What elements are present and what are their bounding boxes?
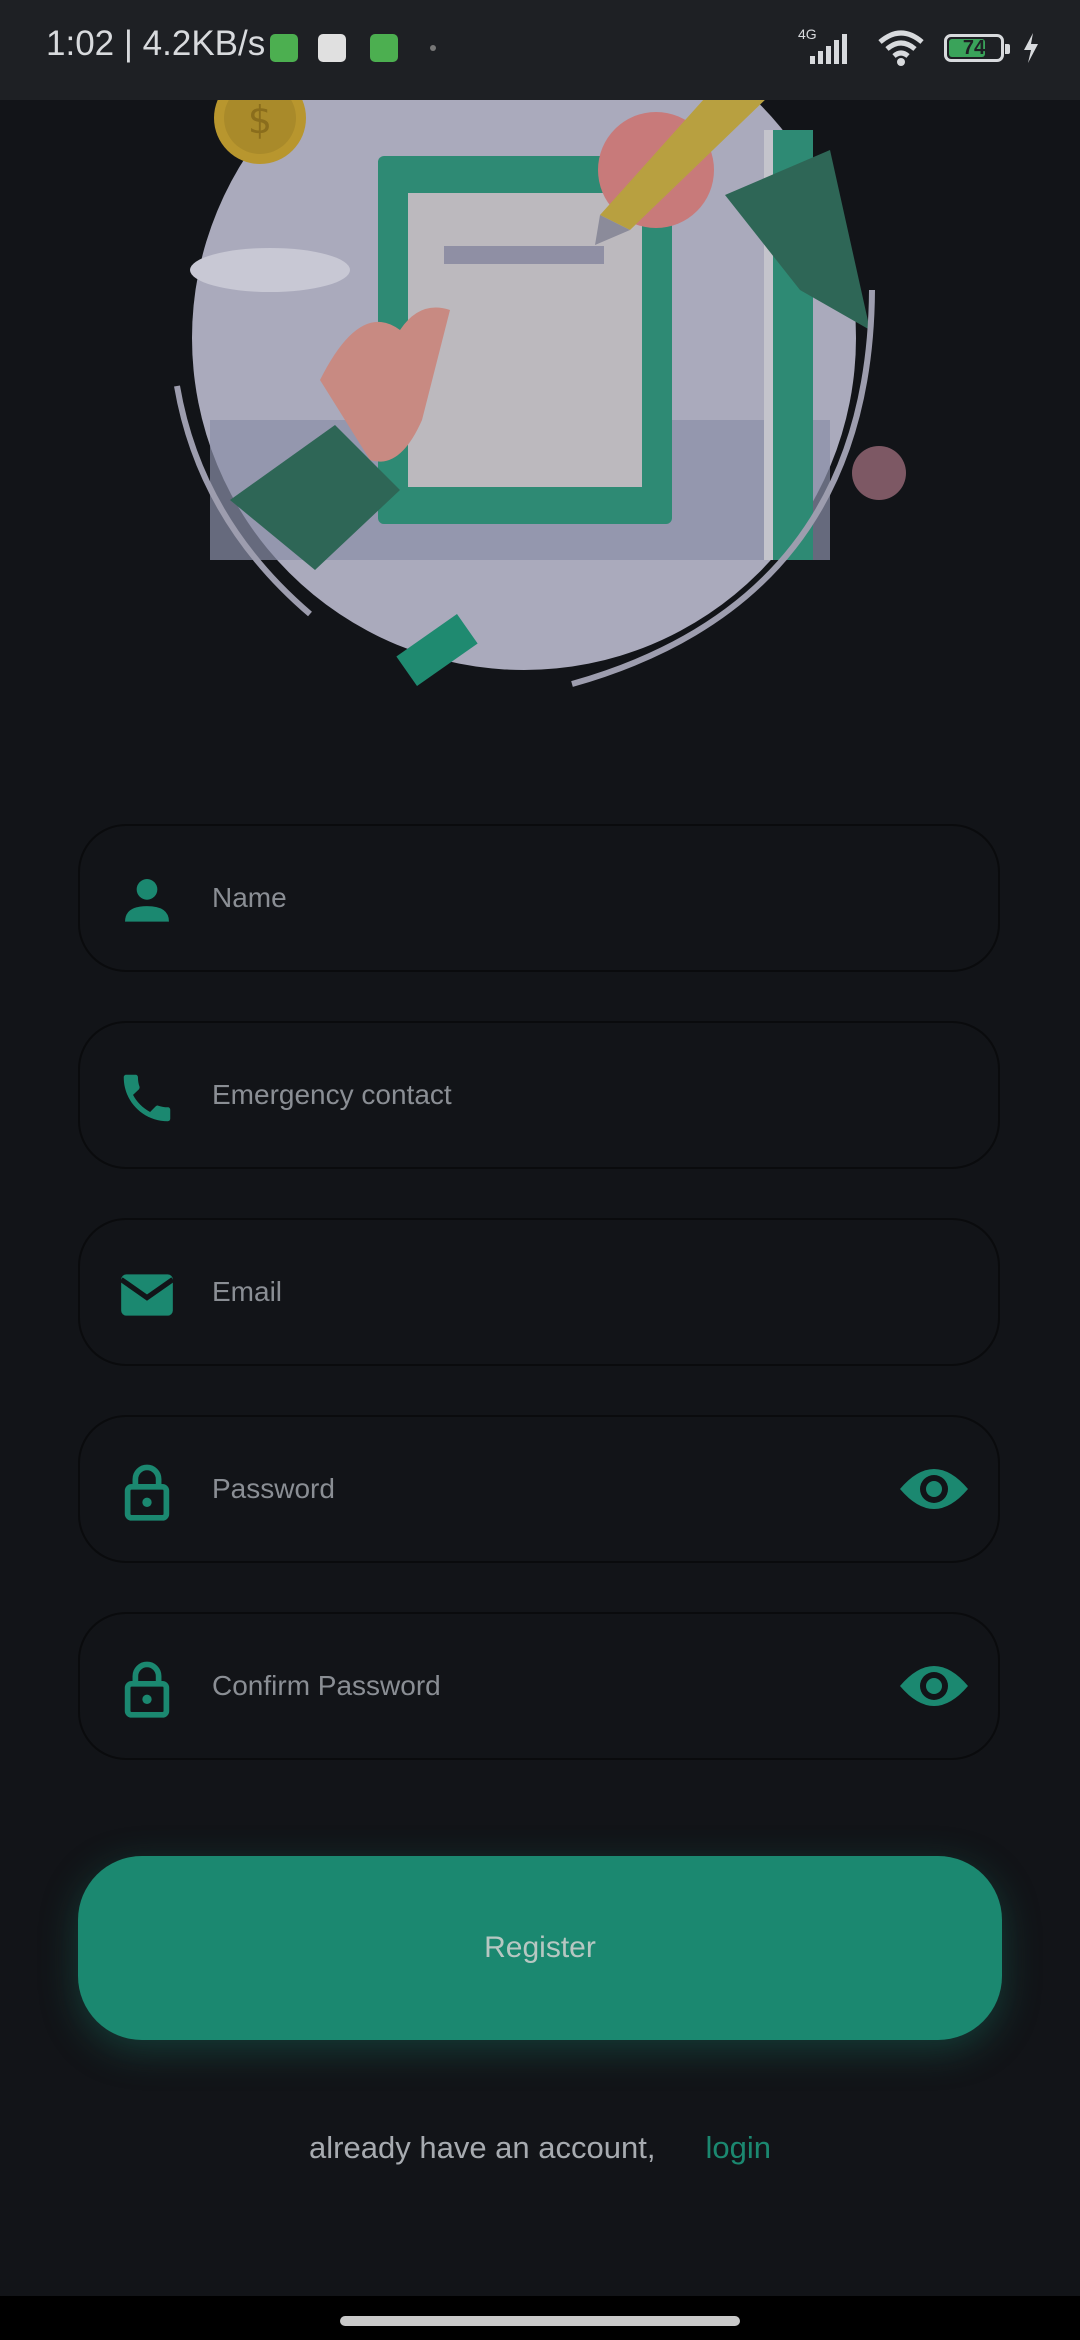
password-field[interactable]: Password — [78, 1415, 1000, 1563]
home-indicator[interactable] — [340, 2316, 740, 2326]
app-icon — [370, 34, 398, 62]
email-field[interactable]: Email — [78, 1218, 1000, 1366]
name-field[interactable]: Name — [78, 824, 1000, 972]
phone-icon — [123, 1074, 171, 1122]
network-type: 4G — [798, 26, 817, 42]
signal-icon: 4G — [792, 26, 858, 68]
app-icon — [270, 34, 298, 62]
confirm-password-placeholder: Confirm Password — [212, 1670, 441, 1701]
signup-illustration: $ — [174, 6, 906, 687]
charging-icon — [1024, 33, 1038, 63]
login-link[interactable]: login — [705, 2130, 771, 2165]
lock-icon — [124, 1661, 170, 1718]
emergency-contact-placeholder: Emergency contact — [212, 1079, 452, 1110]
login-prompt: already have an account, login — [0, 2130, 1080, 2166]
person-icon — [125, 879, 169, 922]
status-bar: 1:02 | 4.2KB/s 4G 74 — [0, 0, 1080, 100]
password-placeholder: Password — [212, 1473, 335, 1504]
status-time: 1:02 | 4.2KB/s — [46, 24, 266, 63]
confirm-password-field[interactable]: Confirm Password — [78, 1612, 1000, 1760]
play-store-icon — [318, 34, 346, 62]
lock-icon — [124, 1464, 170, 1521]
battery-level: 74 — [962, 36, 986, 59]
eye-icon[interactable] — [898, 1465, 970, 1513]
email-icon — [119, 1274, 175, 1316]
register-button[interactable]: Register — [78, 1856, 1002, 2040]
eye-icon[interactable] — [898, 1662, 970, 1710]
wifi-icon — [878, 30, 924, 66]
svg-text:$: $ — [248, 98, 272, 142]
notification-dot-icon — [430, 45, 436, 51]
emergency-contact-field[interactable]: Emergency contact — [78, 1021, 1000, 1169]
already-have-account-text: already have an account, — [309, 2130, 656, 2165]
email-placeholder: Email — [212, 1276, 283, 1307]
name-placeholder: Name — [212, 882, 287, 913]
battery-icon: 74 — [944, 34, 1010, 62]
